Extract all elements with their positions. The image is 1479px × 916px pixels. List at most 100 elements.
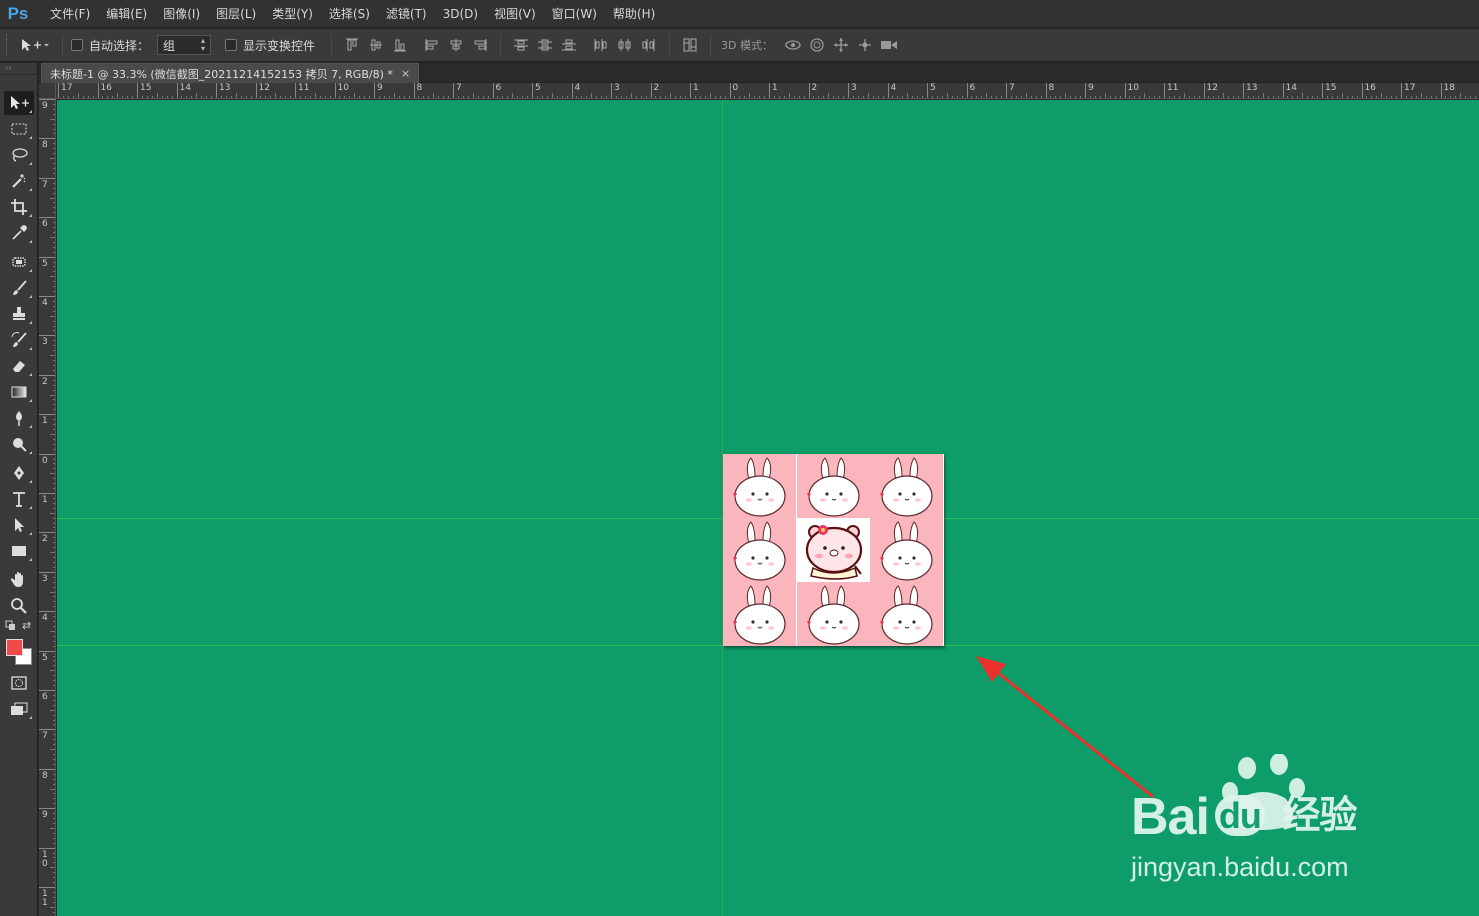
distribute-hcenter-button[interactable] xyxy=(613,34,637,56)
bunny-sticker-icon xyxy=(723,454,796,518)
align-bottom-button[interactable] xyxy=(388,34,412,56)
menu-3d[interactable]: 3D(D) xyxy=(435,0,486,28)
separator xyxy=(331,34,333,56)
crop-tool[interactable] xyxy=(4,195,34,219)
vertical-ruler[interactable]: 98765432101234567891 01 1 xyxy=(39,99,56,916)
rotate-3d-button[interactable] xyxy=(781,34,805,56)
canvas-area[interactable]: Bai du 经验 jingyan.baidu.com xyxy=(57,100,1479,916)
menu-layer[interactable]: 图层(L) xyxy=(208,0,264,28)
ruler-minor-tick xyxy=(50,512,55,514)
ruler-minor-tick xyxy=(1415,96,1417,98)
close-icon[interactable]: × xyxy=(401,67,410,80)
ruler-minor-tick xyxy=(931,96,933,98)
ruler-tick xyxy=(374,83,375,98)
swap-colors-icon[interactable]: ⇄ xyxy=(22,619,31,632)
ruler-minor-tick xyxy=(467,96,469,98)
ruler-minor-tick xyxy=(50,630,55,632)
menu-help[interactable]: 帮助(H) xyxy=(605,0,663,28)
dodge-tool[interactable] xyxy=(4,432,34,456)
ruler-minor-tick xyxy=(1104,93,1106,98)
pen-tool[interactable] xyxy=(4,461,34,485)
gradient-tool[interactable] xyxy=(4,380,34,404)
options-grip[interactable] xyxy=(6,34,14,56)
ruler-minor-tick xyxy=(818,96,820,98)
ruler-tick xyxy=(39,768,55,770)
ruler-origin[interactable] xyxy=(39,83,56,99)
move-tool[interactable] xyxy=(4,91,34,115)
history-brush-tool[interactable] xyxy=(4,328,34,352)
align-left-button[interactable] xyxy=(420,34,444,56)
ruler-minor-tick xyxy=(161,96,163,98)
scale-3d-button[interactable] xyxy=(877,34,901,56)
ruler-minor-tick xyxy=(1089,96,1091,98)
eraser-tool[interactable] xyxy=(4,354,34,378)
type-tool[interactable] xyxy=(4,487,34,511)
ruler-minor-tick xyxy=(857,96,859,98)
auto-select-checkbox[interactable] xyxy=(71,39,83,51)
ruler-minor-tick xyxy=(1435,96,1437,98)
distribute-top-button[interactable] xyxy=(509,34,533,56)
blur-tool[interactable] xyxy=(4,406,34,430)
document-image[interactable] xyxy=(723,454,944,646)
ruler-tick xyxy=(97,83,99,98)
brush-tool[interactable] xyxy=(4,276,34,300)
ruler-minor-tick xyxy=(996,96,998,98)
ruler-minor-tick xyxy=(951,96,953,98)
distribute-right-button[interactable] xyxy=(637,34,661,56)
bunny-sticker-icon xyxy=(796,454,870,518)
default-colors-icon[interactable] xyxy=(5,620,17,635)
ruler-label: 8 xyxy=(42,140,48,151)
tool-preset-picker[interactable] xyxy=(14,33,54,57)
auto-select-dropdown[interactable]: 组 ▴ ▾ xyxy=(157,35,212,55)
distribute-left-button[interactable] xyxy=(589,34,613,56)
distribute-bottom-button[interactable] xyxy=(557,34,581,56)
rectangle-tool[interactable] xyxy=(4,539,34,563)
hand-tool[interactable] xyxy=(4,568,34,592)
marquee-tool[interactable] xyxy=(4,117,34,141)
clone-stamp-tool[interactable] xyxy=(4,302,34,326)
align-vcenter-button[interactable] xyxy=(364,34,388,56)
quick-mask-button[interactable] xyxy=(4,671,34,695)
roll-3d-button[interactable] xyxy=(805,34,829,56)
drag-3d-button[interactable] xyxy=(829,34,853,56)
magic-wand-tool[interactable] xyxy=(4,169,34,193)
menu-image[interactable]: 图像(I) xyxy=(155,0,208,28)
foreground-color-swatch[interactable] xyxy=(6,639,23,656)
ruler-minor-tick xyxy=(443,96,445,98)
ruler-minor-tick xyxy=(956,96,958,98)
document-tab[interactable]: 未标题-1 @ 33.3% (微信截图_20211214152153 拷贝 7,… xyxy=(41,63,420,83)
ruler-minor-tick xyxy=(788,93,790,98)
ruler-minor-tick xyxy=(581,96,583,98)
align-right-button[interactable] xyxy=(468,34,492,56)
tools-panel-collapse[interactable]: ›› xyxy=(0,63,37,75)
distribute-vcenter-button[interactable] xyxy=(533,34,557,56)
zoom-tool[interactable] xyxy=(4,594,34,618)
menu-file[interactable]: 文件(F) xyxy=(42,0,98,28)
ruler-minor-tick xyxy=(448,96,450,98)
screen-mode-button[interactable] xyxy=(4,697,34,721)
ruler-minor-tick xyxy=(132,96,134,98)
ruler-tick xyxy=(39,847,55,849)
ruler-minor-tick xyxy=(53,621,55,623)
ruler-minor-tick xyxy=(917,96,919,98)
healing-brush-tool[interactable] xyxy=(4,250,34,274)
menu-edit[interactable]: 编辑(E) xyxy=(98,0,155,28)
show-transform-checkbox[interactable] xyxy=(225,39,238,51)
menu-select[interactable]: 选择(S) xyxy=(321,0,378,28)
lasso-tool[interactable] xyxy=(4,143,34,167)
auto-align-button[interactable] xyxy=(678,34,702,56)
align-top-button[interactable] xyxy=(340,34,364,56)
ruler-label: 3 xyxy=(851,83,857,93)
ruler-minor-tick xyxy=(1312,96,1314,98)
ruler-minor-tick xyxy=(53,822,55,824)
menu-type[interactable]: 类型(Y) xyxy=(264,0,321,28)
horizontal-ruler[interactable]: 17 16 15 14 13 12 11 10 9 8 7 6 5 4 3 2 1 0 1 2 3 4 5 6 7 8 9 10 11 1… xyxy=(56,83,1479,99)
menu-view[interactable]: 视图(V) xyxy=(486,0,544,28)
menu-filter[interactable]: 滤镜(T) xyxy=(378,0,435,28)
align-hcenter-button[interactable] xyxy=(444,34,468,56)
path-selection-tool[interactable] xyxy=(4,513,34,537)
menu-window[interactable]: 窗口(W) xyxy=(544,0,605,28)
ruler-minor-tick xyxy=(53,148,55,150)
eyedropper-tool[interactable] xyxy=(4,221,34,245)
slide-3d-button[interactable] xyxy=(853,34,877,56)
